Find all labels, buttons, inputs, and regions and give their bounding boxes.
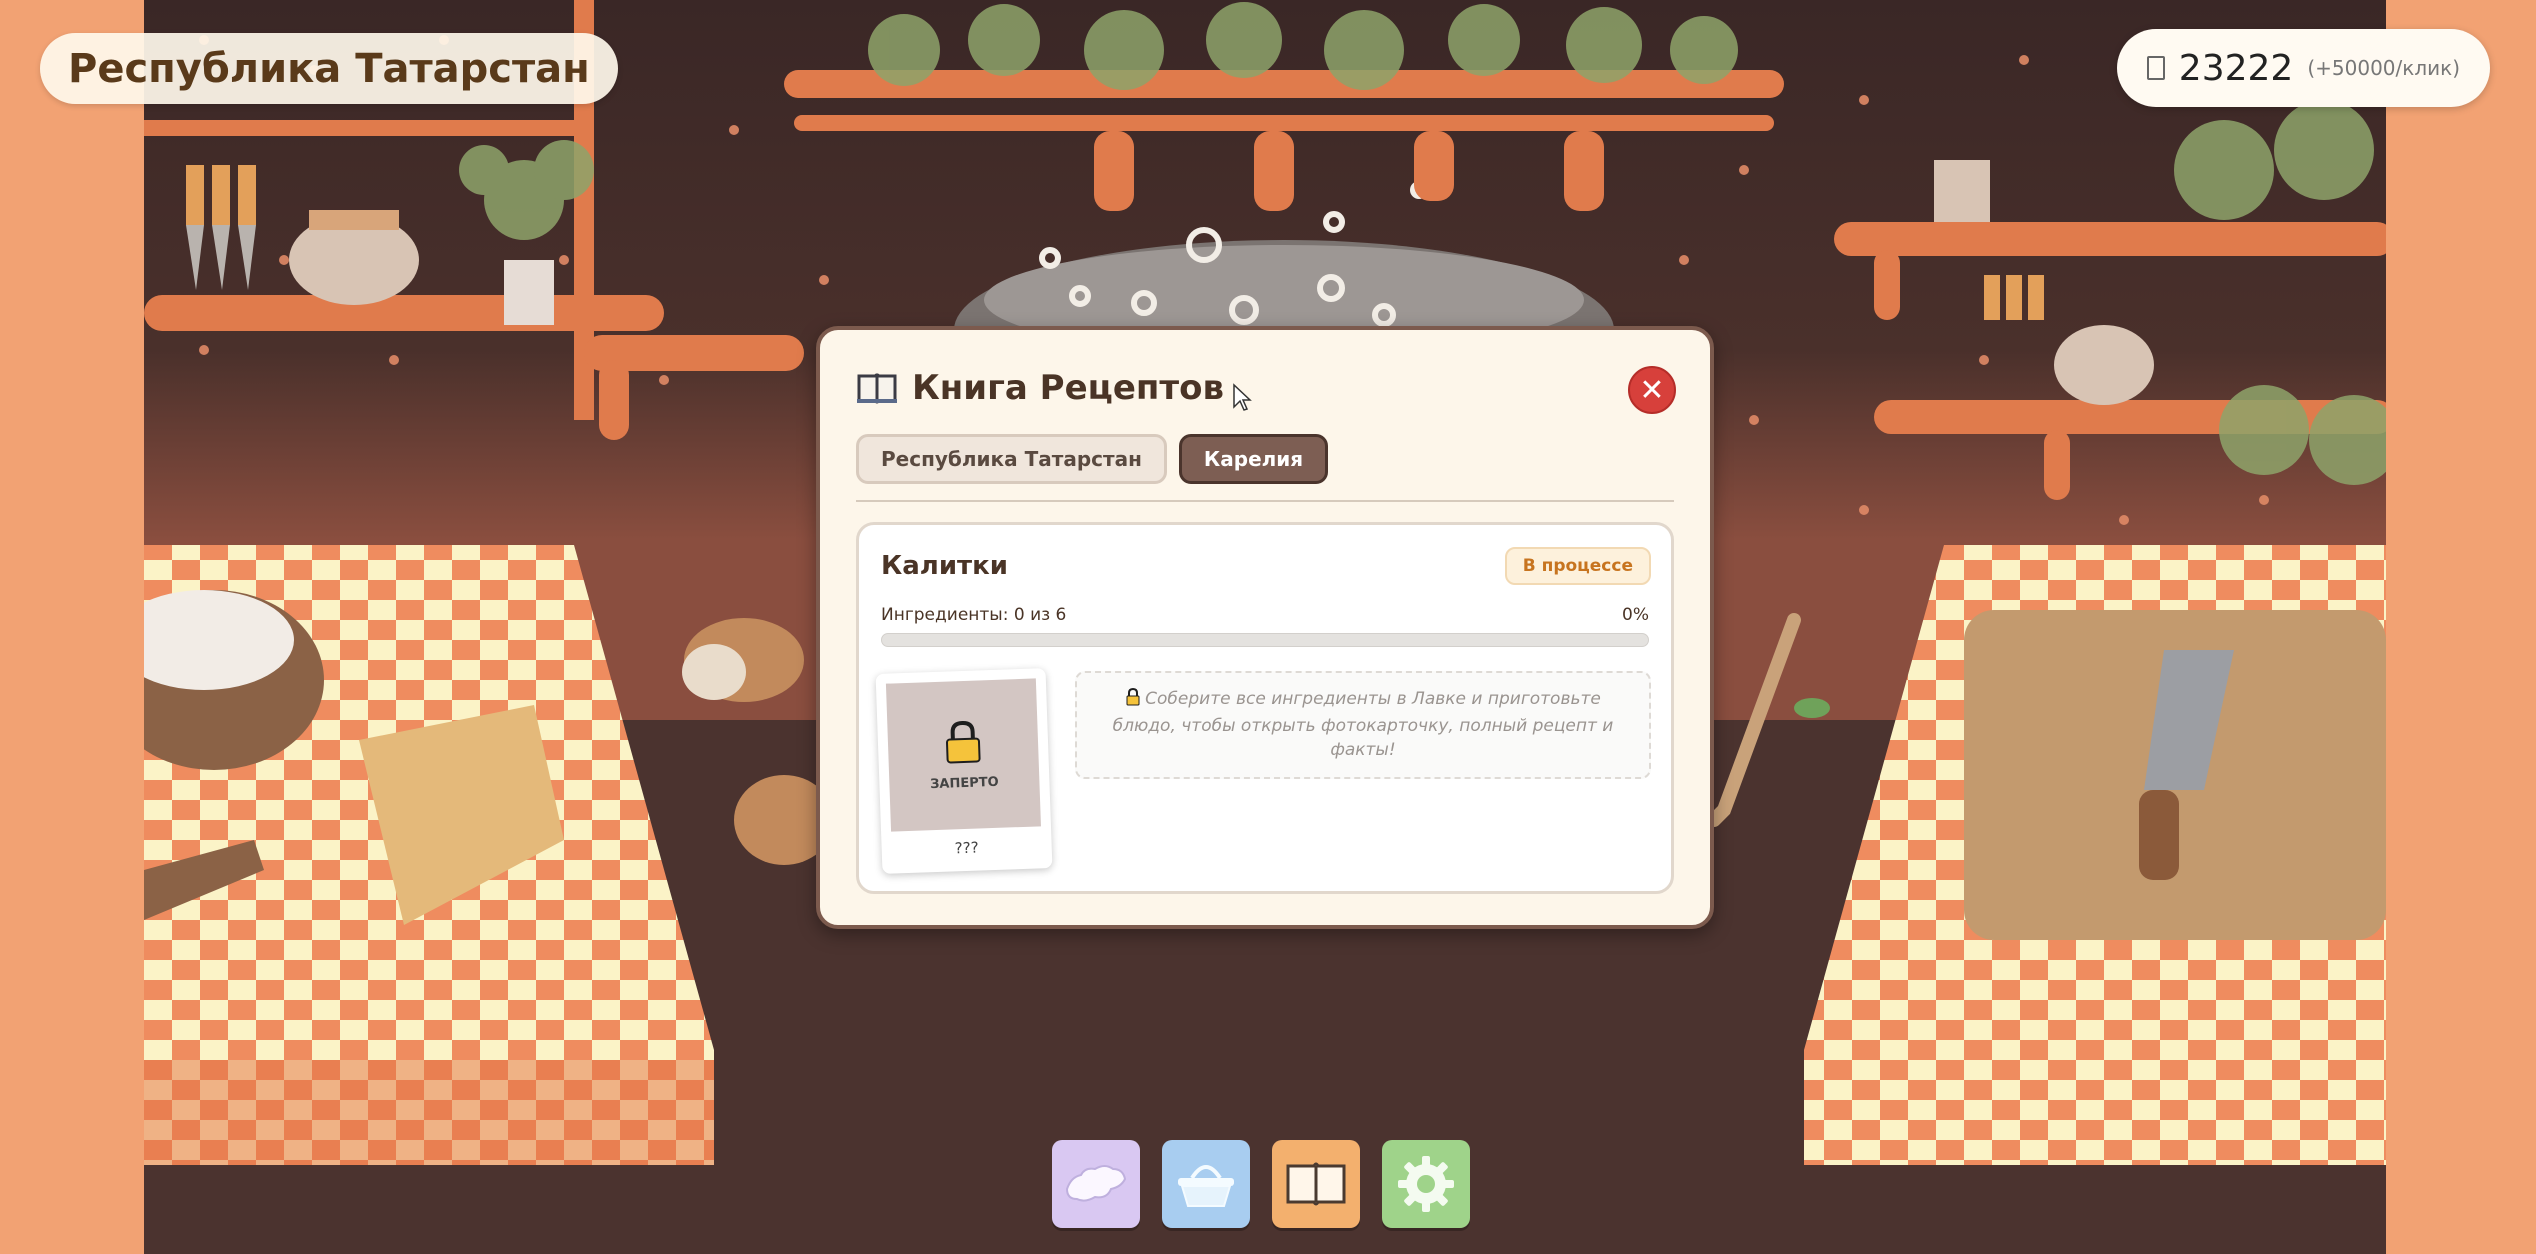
basket-icon	[1178, 1165, 1234, 1207]
settings-button[interactable]	[1382, 1140, 1470, 1228]
recipe-card: Калитки В процессе Ингредиенты: 0 из 6 0…	[856, 522, 1674, 894]
recipe-book-modal: Книга Рецептов ✕ Республика Татарстан Ка…	[816, 326, 1714, 929]
close-button[interactable]: ✕	[1628, 366, 1676, 414]
close-icon: ✕	[1639, 372, 1665, 408]
lock-icon	[942, 719, 984, 768]
modal-title: Книга Рецептов	[912, 368, 1224, 408]
mouse-cursor	[1233, 383, 1252, 411]
book-icon	[856, 371, 898, 405]
location-label: Республика Татарстан	[40, 33, 618, 104]
modal-header: Книга Рецептов	[856, 368, 1224, 408]
hint-text: Соберите все ингредиенты в Лавке и приго…	[1112, 689, 1614, 761]
coin-amount: 23222	[2178, 47, 2294, 89]
coin-icon	[2146, 56, 2165, 80]
tab-tatarstan[interactable]: Республика Татарстан	[856, 434, 1167, 484]
bottom-toolbar	[1052, 1140, 1470, 1228]
coin-counter: 23222 (+50000/клик)	[2116, 29, 2490, 107]
gear-icon	[1398, 1156, 1454, 1212]
coin-rate: (+50000/клик)	[2307, 56, 2460, 80]
recipe-photo-card[interactable]: ЗАПЕРТО ???	[875, 668, 1053, 874]
divider	[856, 500, 1674, 502]
map-button[interactable]	[1052, 1140, 1140, 1228]
progress-percent: 0%	[1622, 605, 1649, 625]
hint-lock-icon	[1125, 688, 1141, 714]
locked-text: ЗАПЕРТО	[929, 774, 999, 792]
locked-photo: ЗАПЕРТО	[885, 678, 1041, 832]
recipe-book-button[interactable]	[1272, 1140, 1360, 1228]
tab-karelia[interactable]: Карелия	[1178, 434, 1329, 484]
recipe-name: Калитки	[881, 551, 1008, 581]
card-caption: ???	[954, 838, 979, 858]
ingredients-count: Ингредиенты: 0 из 6	[881, 605, 1067, 625]
status-badge: В процессе	[1504, 547, 1651, 585]
book-icon	[1286, 1162, 1346, 1206]
shop-button[interactable]	[1162, 1140, 1250, 1228]
region-tabs: Республика Татарстан Карелия	[856, 434, 1329, 484]
progress-bar	[881, 633, 1649, 647]
unlock-hint: Соберите все ингредиенты в Лавке и приго…	[1075, 671, 1651, 779]
map-icon	[1065, 1165, 1127, 1202]
